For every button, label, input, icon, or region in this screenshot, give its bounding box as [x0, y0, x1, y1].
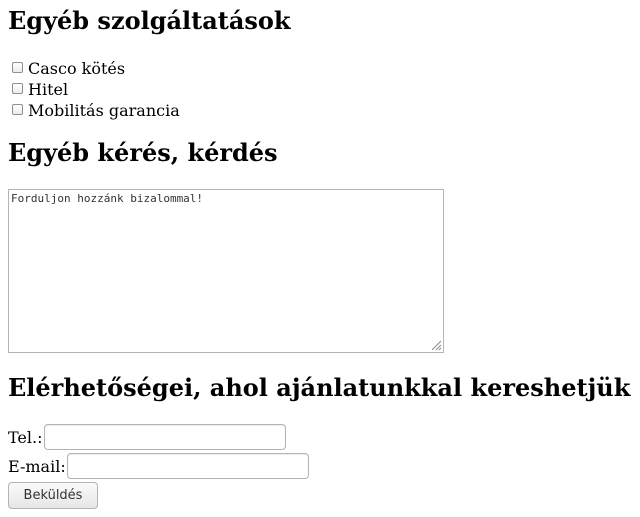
- page: Egyéb szolgáltatások Casco kötés Hitel M…: [0, 0, 640, 517]
- request-textarea-value[interactable]: Forduljon hozzánk bizalommal!: [11, 192, 203, 206]
- tel-label: Tel.:: [8, 427, 43, 447]
- checkbox-mobilitas[interactable]: [12, 103, 23, 115]
- checkbox-row-hitel[interactable]: Hitel: [12, 79, 180, 100]
- resize-grip-icon[interactable]: [430, 339, 442, 351]
- services-checkbox-list: Casco kötés Hitel Mobilitás garancia: [12, 58, 180, 121]
- request-textarea[interactable]: Forduljon hozzánk bizalommal!: [8, 189, 444, 353]
- tel-input[interactable]: [43, 424, 286, 450]
- contact-heading: Elérhetőségei, ahol ajánlatunkkal keresh…: [8, 373, 631, 402]
- request-heading: Egyéb kérés, kérdés: [8, 138, 278, 167]
- checkbox-label-mobilitas[interactable]: Mobilitás garancia: [28, 101, 180, 120]
- tel-row: Tel.:: [8, 424, 286, 450]
- checkbox-casco[interactable]: [12, 61, 23, 73]
- checkbox-row-mobilitas[interactable]: Mobilitás garancia: [12, 100, 180, 121]
- email-row: E-mail:: [8, 453, 309, 479]
- services-heading: Egyéb szolgáltatások: [8, 6, 291, 35]
- checkbox-row-casco[interactable]: Casco kötés: [12, 58, 180, 79]
- submit-button[interactable]: Beküldés: [8, 482, 98, 509]
- checkbox-hitel[interactable]: [12, 82, 23, 94]
- checkbox-label-casco[interactable]: Casco kötés: [28, 59, 125, 78]
- email-input[interactable]: [66, 453, 309, 479]
- email-label: E-mail:: [8, 456, 66, 476]
- checkbox-label-hitel[interactable]: Hitel: [28, 80, 68, 99]
